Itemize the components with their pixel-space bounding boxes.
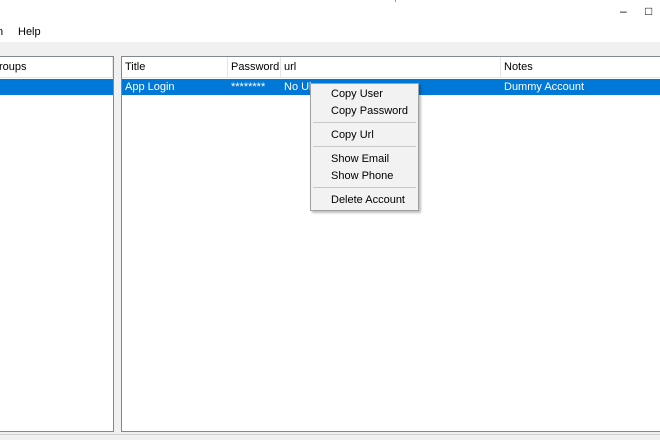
splitter[interactable] <box>114 45 121 440</box>
menu-separator <box>313 122 416 123</box>
column-header-url[interactable]: url <box>281 57 501 78</box>
cell-password: ******** <box>231 81 266 93</box>
title-bar: – □ <box>0 0 660 22</box>
status-bar-edge <box>0 434 660 435</box>
groups-list[interactable]: roups <box>0 56 114 432</box>
title-bar-mark <box>395 0 396 2</box>
menu-separator <box>313 187 416 188</box>
maximize-button[interactable]: □ <box>645 4 652 18</box>
menu-copy-user[interactable]: Copy User <box>331 86 383 102</box>
cell-notes: Dummy Account <box>504 81 585 93</box>
minimize-button[interactable]: – <box>620 4 627 18</box>
groups-column-header[interactable]: roups <box>0 57 113 78</box>
menu-bar: n Help <box>0 22 660 42</box>
context-menu: Copy User Copy Password Copy Url Show Em… <box>310 83 419 211</box>
menu-copy-url[interactable]: Copy Url <box>331 127 374 143</box>
column-header-notes[interactable]: Notes <box>501 57 660 78</box>
menu-copy-password[interactable]: Copy Password <box>331 103 408 119</box>
cell-title: App Login <box>125 81 175 93</box>
group-name <box>0 79 113 95</box>
groups-selected-row[interactable] <box>0 79 113 95</box>
menu-item-help[interactable]: Help <box>18 26 41 39</box>
menu-item-partial[interactable]: n <box>0 26 3 39</box>
column-header-password[interactable]: Password <box>228 57 281 78</box>
menu-show-phone[interactable]: Show Phone <box>331 168 393 184</box>
menu-separator <box>313 146 416 147</box>
column-header-title[interactable]: Title <box>122 57 228 78</box>
menu-delete-account[interactable]: Delete Account <box>331 192 405 208</box>
menu-show-email[interactable]: Show Email <box>331 151 389 167</box>
